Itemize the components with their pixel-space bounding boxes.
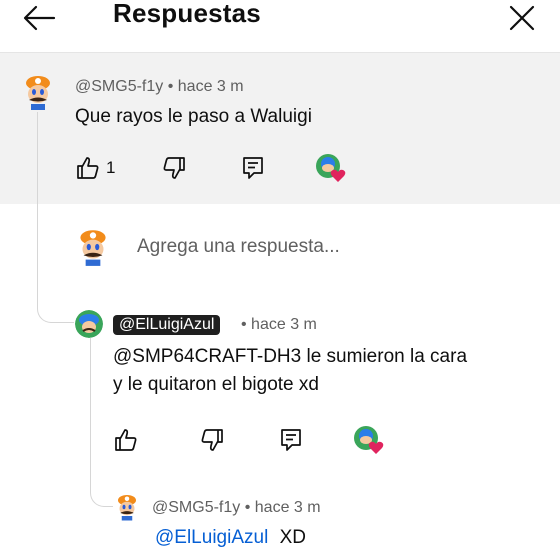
reply-comment-icon[interactable]: [240, 155, 266, 181]
comment-text-line: y le quitaron el bigote xd: [113, 374, 319, 395]
thumbs-down-icon[interactable]: [199, 427, 225, 453]
header-bar: Respuestas: [0, 0, 560, 53]
arrow-left-icon[interactable]: [22, 4, 56, 32]
comment-text-content: XD: [279, 527, 306, 548]
comment-time: • hace 3 m: [167, 78, 244, 95]
reply-comment-icon[interactable]: [278, 427, 304, 453]
comment-author[interactable]: @SMG5-f1y: [152, 499, 240, 516]
comment-time: • hace 3 m: [244, 499, 321, 516]
like-count: 1: [106, 158, 116, 177]
comment-meta: @SMG5-f1y • hace 3 m: [152, 499, 321, 517]
comment-text: @SMP64CRAFT-DH3 le sumieron la cara y le…: [113, 343, 467, 399]
comment-time: • hace 3 m: [241, 316, 317, 333]
comment-text: @ElLuigiAzul XD: [155, 524, 306, 552]
comment-meta: @SMG5-f1y • hace 3 m: [75, 78, 244, 96]
avatar[interactable]: [114, 492, 140, 522]
avatar[interactable]: [75, 310, 103, 338]
avatar[interactable]: [21, 72, 55, 112]
thread-connector: [37, 112, 74, 323]
reply-input[interactable]: Agrega una respuesta...: [137, 236, 340, 258]
creator-heart-icon: [354, 426, 384, 454]
comment-text: Que rayos le paso a Waluigi: [75, 106, 312, 127]
page-title: Respuestas: [113, 0, 261, 28]
thumbs-up-icon[interactable]: [75, 155, 101, 181]
comment-text-line: @SMP64CRAFT-DH3 le sumieron la cara: [113, 346, 468, 367]
mention-link[interactable]: @ElLuigiAzul: [155, 527, 268, 548]
thumbs-down-icon[interactable]: [161, 155, 187, 181]
creator-handle-chip[interactable]: @ElLuigiAzul: [113, 315, 221, 335]
comment-author[interactable]: @SMG5-f1y: [75, 78, 163, 95]
thumbs-up-icon[interactable]: [113, 427, 139, 453]
close-icon[interactable]: [507, 3, 537, 33]
avatar: [75, 229, 111, 266]
creator-heart-icon: [316, 154, 346, 182]
thread-connector: [90, 338, 113, 507]
